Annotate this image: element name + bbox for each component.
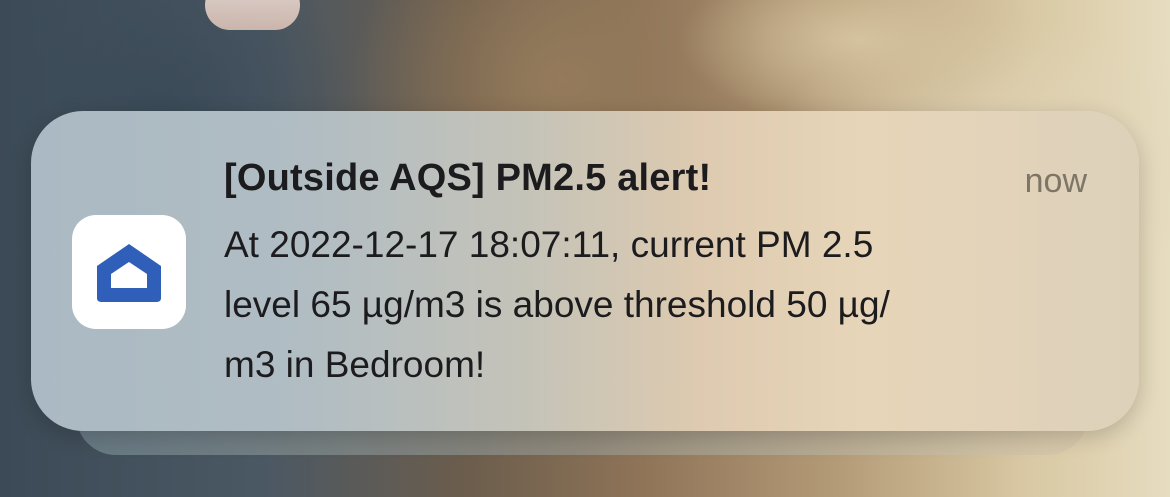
- app-icon: [72, 215, 186, 329]
- home-icon: [97, 244, 161, 302]
- background-finger: [205, 0, 300, 30]
- notification-body-line: At 2022-12-17 18:07:11, current PM 2.5: [224, 224, 874, 265]
- notification-body-line: level 65 µg/m3 is above threshold 50 µg/: [224, 284, 890, 325]
- notification-banner[interactable]: [Outside AQS] PM2.5 alert! now At 2022-1…: [31, 111, 1139, 431]
- notification-title: [Outside AQS] PM2.5 alert!: [224, 157, 712, 199]
- notification-body-line: m3 in Bedroom!: [224, 344, 486, 385]
- notification-time: now: [1024, 162, 1087, 200]
- notification-body: At 2022-12-17 18:07:11, current PM 2.5 l…: [224, 215, 1064, 395]
